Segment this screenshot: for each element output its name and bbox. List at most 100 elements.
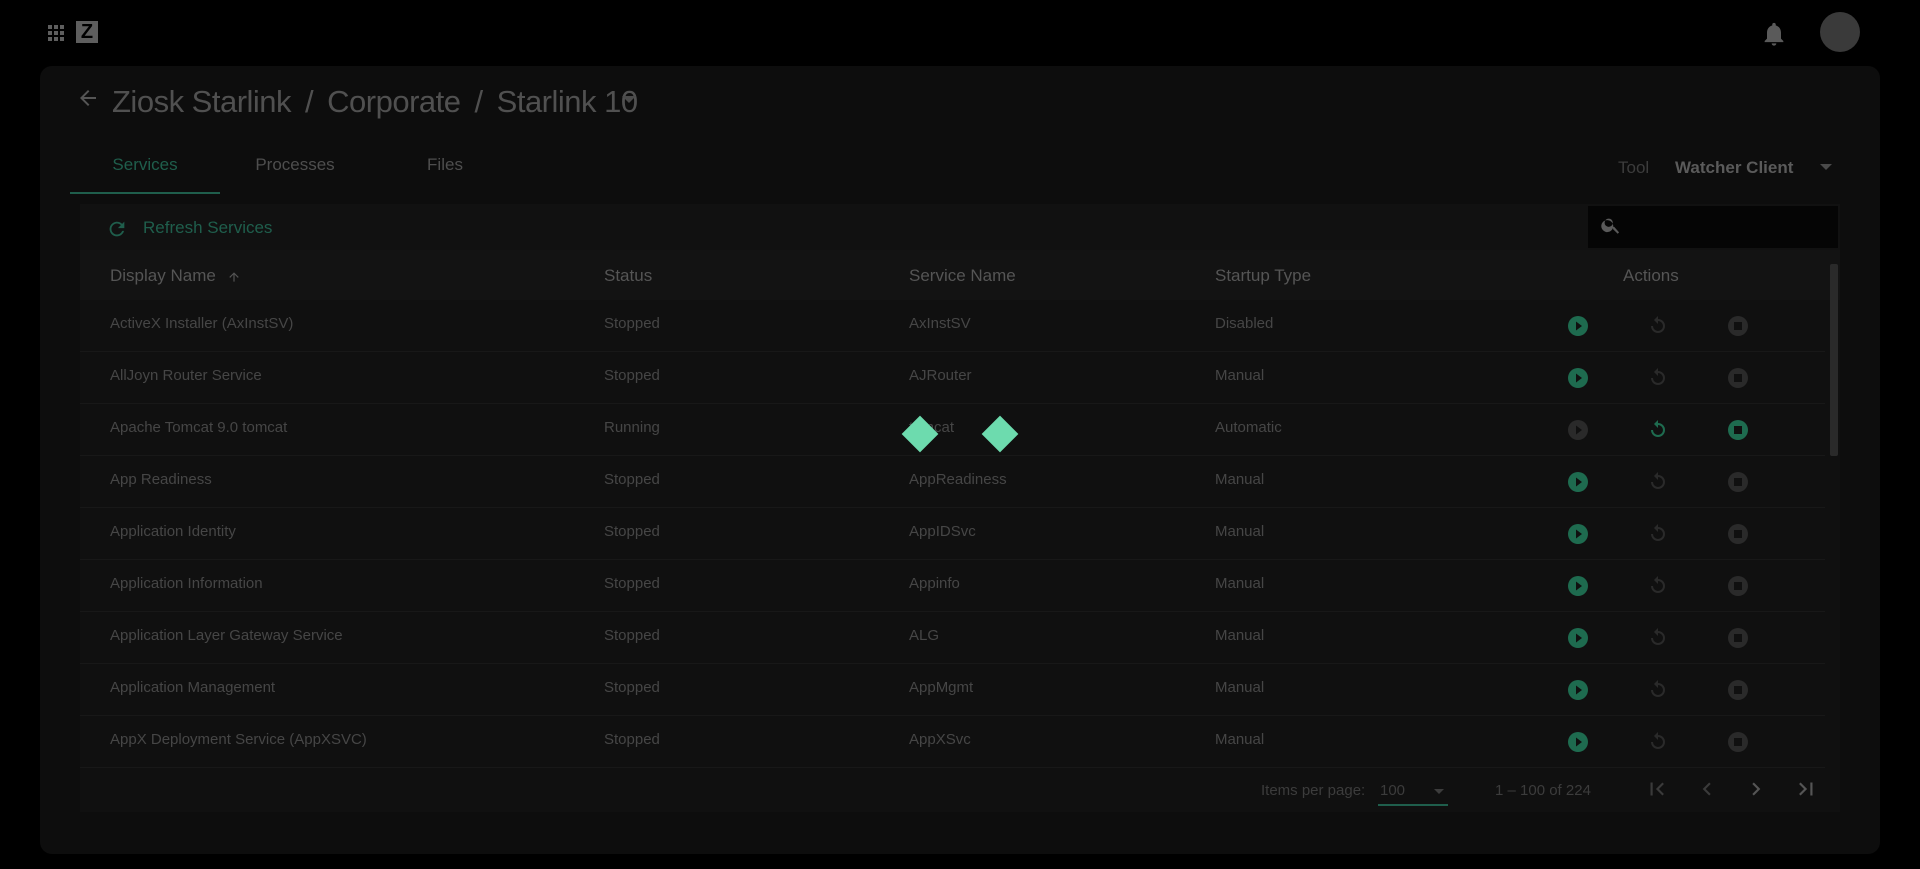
- restart-service-icon[interactable]: [1646, 626, 1670, 650]
- restart-service-icon[interactable]: [1646, 574, 1670, 598]
- services-table-panel: Refresh Services Display Name Status Ser…: [80, 204, 1840, 812]
- last-page-icon[interactable]: [1793, 776, 1819, 802]
- breadcrumb-item[interactable]: Corporate: [327, 84, 461, 119]
- cell-display-name: AllJoyn Router Service: [110, 367, 262, 384]
- table-row[interactable]: App Readiness Stopped AppReadiness Manual: [80, 456, 1825, 508]
- apps-grid-icon[interactable]: [48, 25, 64, 41]
- scrollbar-thumb[interactable]: [1830, 264, 1838, 456]
- column-header-actions: Actions: [1623, 266, 1679, 285]
- breadcrumb: Ziosk Starlink / Corporate / Starlink 10: [112, 84, 638, 120]
- device-dropdown-chevron-icon[interactable]: [622, 96, 636, 103]
- start-service-icon[interactable]: [1566, 470, 1590, 494]
- cell-display-name: Application Information: [110, 575, 263, 592]
- cell-service-name: AppMgmt: [909, 679, 974, 696]
- refresh-services-button[interactable]: Refresh Services: [143, 218, 272, 238]
- items-per-page-select[interactable]: 100: [1378, 778, 1448, 806]
- cell-status: Stopped: [604, 731, 660, 748]
- cell-startup-type: Manual: [1215, 731, 1265, 748]
- start-service-icon[interactable]: [1566, 366, 1590, 390]
- restart-service-icon[interactable]: [1646, 314, 1670, 338]
- cell-status: Stopped: [604, 315, 660, 332]
- start-service-icon[interactable]: [1566, 678, 1590, 702]
- restart-service-icon[interactable]: [1646, 470, 1670, 494]
- avatar[interactable]: [1820, 12, 1860, 52]
- stop-service-icon[interactable]: [1726, 470, 1750, 494]
- start-service-icon[interactable]: [1566, 730, 1590, 754]
- table-row[interactable]: Application Identity Stopped AppIDSvc Manua…: [80, 508, 1825, 560]
- back-arrow-icon[interactable]: [76, 86, 100, 110]
- top-bar: Z: [0, 0, 1920, 64]
- first-page-icon[interactable]: [1644, 776, 1670, 802]
- table-row[interactable]: Application Layer Gateway Service Stopped…: [80, 612, 1825, 664]
- cell-status: Stopped: [604, 367, 660, 384]
- stop-service-icon[interactable]: [1726, 730, 1750, 754]
- column-header-startup-type[interactable]: Startup Type: [1215, 266, 1311, 286]
- start-service-icon[interactable]: [1566, 626, 1590, 650]
- cell-startup-type: Manual: [1215, 575, 1265, 592]
- cell-startup-type: Manual: [1215, 523, 1265, 540]
- sort-ascending-icon[interactable]: [227, 270, 241, 284]
- restart-service-icon[interactable]: [1646, 678, 1670, 702]
- restart-service-icon[interactable]: [1646, 730, 1670, 754]
- stop-service-icon[interactable]: [1726, 678, 1750, 702]
- next-page-icon[interactable]: [1743, 776, 1769, 802]
- tab-files[interactable]: Files: [370, 148, 520, 192]
- paginator: Items per page: 100 1 – 100 of 224: [80, 766, 1840, 812]
- items-per-page-value: 100: [1380, 782, 1406, 799]
- refresh-icon[interactable]: [106, 218, 128, 240]
- cell-startup-type: Manual: [1215, 367, 1265, 384]
- table-header: Display Name Status Service Name Startup…: [80, 250, 1840, 300]
- logo[interactable]: Z: [76, 21, 98, 43]
- column-header-display-name[interactable]: Display Name: [110, 266, 216, 286]
- cell-status: Running: [604, 419, 660, 436]
- cell-display-name: AppX Deployment Service (AppXSVC): [110, 731, 367, 748]
- tool-select[interactable]: Watcher Client: [1675, 158, 1793, 178]
- table-row[interactable]: ActiveX Installer (AxInstSV) Stopped AxIns…: [80, 300, 1825, 352]
- cell-service-name: ALG: [909, 627, 940, 644]
- table-row[interactable]: Apache Tomcat 9.0 tomcatRunningtomcatAut…: [80, 404, 1825, 456]
- stop-service-icon[interactable]: [1726, 418, 1750, 442]
- start-service-icon[interactable]: [1566, 314, 1590, 338]
- column-header-service-name[interactable]: Service Name: [909, 266, 1016, 286]
- table-row[interactable]: Application Management Stopped AppMgmt Manu…: [80, 664, 1825, 716]
- cell-display-name: Application Management: [110, 679, 276, 696]
- tab-services[interactable]: Services: [70, 148, 220, 194]
- table-body: ActiveX Installer (AxInstSV) Stopped AxIns…: [80, 300, 1825, 768]
- search-input[interactable]: [1588, 206, 1838, 248]
- breadcrumb-item-current: Starlink 10: [496, 84, 638, 119]
- cell-display-name: Application Layer Gateway Service: [110, 627, 343, 644]
- breadcrumb-item[interactable]: Ziosk Starlink: [112, 84, 292, 119]
- cell-status: Stopped: [604, 575, 660, 592]
- cell-service-name: AppXSvc: [909, 731, 971, 748]
- table-row[interactable]: AppX Deployment Service (AppXSVC) Stopped…: [80, 716, 1825, 768]
- stop-service-icon[interactable]: [1726, 574, 1750, 598]
- cell-service-name: Appinfo: [909, 575, 960, 592]
- breadcrumb-separator: /: [474, 84, 484, 119]
- cell-display-name: Application Identity: [110, 523, 236, 540]
- column-header-status[interactable]: Status: [604, 266, 652, 286]
- cell-status: Stopped: [604, 627, 660, 644]
- start-service-icon[interactable]: [1566, 418, 1590, 442]
- stop-service-icon[interactable]: [1726, 314, 1750, 338]
- table-row[interactable]: AllJoyn Router Service Stopped AJRouter Man…: [80, 352, 1825, 404]
- cell-service-name: AxInstSV: [909, 315, 971, 332]
- tab-processes[interactable]: Processes: [220, 148, 370, 192]
- bell-icon[interactable]: [1760, 20, 1788, 48]
- cell-display-name: Apache Tomcat 9.0 tomcat: [110, 419, 288, 436]
- previous-page-icon[interactable]: [1694, 776, 1720, 802]
- stop-service-icon[interactable]: [1726, 366, 1750, 390]
- stop-service-icon[interactable]: [1726, 522, 1750, 546]
- restart-service-icon[interactable]: [1646, 522, 1670, 546]
- cell-startup-type: Manual: [1215, 679, 1265, 696]
- restart-service-icon[interactable]: [1646, 366, 1670, 390]
- stop-service-icon[interactable]: [1726, 626, 1750, 650]
- start-service-icon[interactable]: [1566, 522, 1590, 546]
- tool-chevron-down-icon[interactable]: [1820, 164, 1832, 170]
- chevron-down-icon: [1434, 789, 1444, 794]
- table-row[interactable]: Application Information Stopped Appinfo Man…: [80, 560, 1825, 612]
- cell-display-name: ActiveX Installer (AxInstSV): [110, 315, 294, 332]
- start-service-icon[interactable]: [1566, 574, 1590, 598]
- search-icon: [1601, 218, 1620, 234]
- table-toolbar: Refresh Services: [80, 204, 1840, 250]
- restart-service-icon[interactable]: [1646, 418, 1670, 442]
